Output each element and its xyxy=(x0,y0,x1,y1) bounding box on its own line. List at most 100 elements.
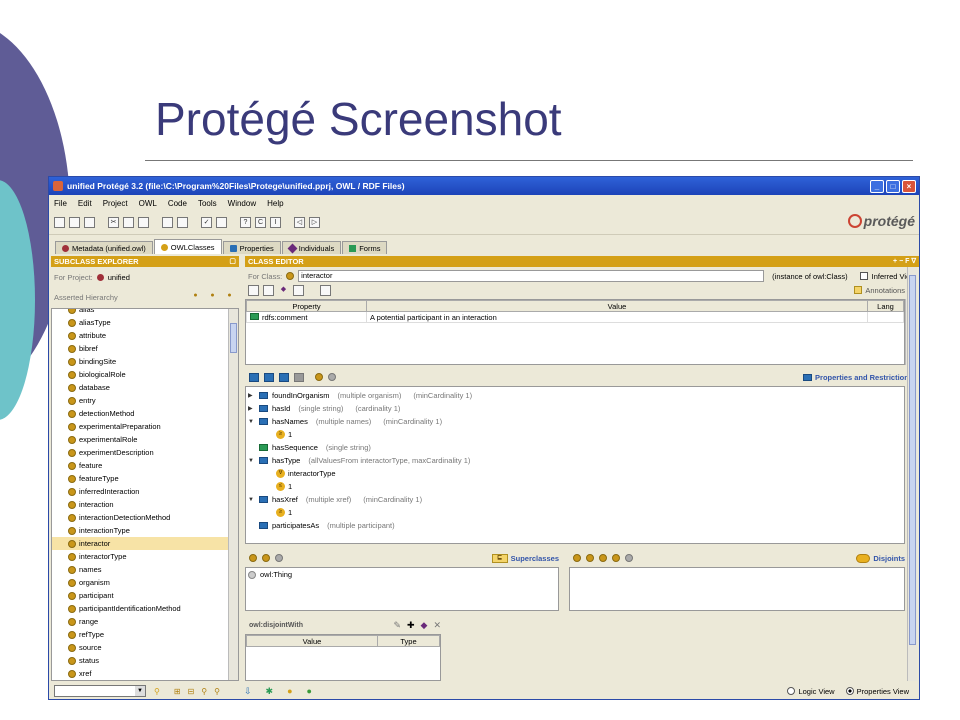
annotation-lang[interactable] xyxy=(867,311,904,323)
property-row[interactable]: ▼ hasNames (multiple names) (minCardinality… xyxy=(246,415,904,428)
restriction-row[interactable]: ≥1 xyxy=(246,506,904,519)
property-row[interactable]: ▼ hasXref (multiple xref) (minCardinality 1… xyxy=(246,493,904,506)
list-item[interactable]: inferredInteraction xyxy=(52,485,238,498)
minimize-button[interactable]: _ xyxy=(870,179,884,193)
list-item[interactable]: participant xyxy=(52,589,238,602)
property-row[interactable]: ▶ hasId (single string) (cardinality 1) xyxy=(246,402,904,415)
remove-class-icon[interactable] xyxy=(328,373,336,381)
undo-icon[interactable] xyxy=(162,217,173,228)
window-icon[interactable]: ▢ xyxy=(229,256,236,267)
add-property-icon[interactable] xyxy=(249,372,259,382)
table-row[interactable]: rdfs:comment A potential participant in … xyxy=(246,311,904,323)
editor-scrollbar[interactable] xyxy=(907,267,917,681)
collapse-icon[interactable]: ▼ xyxy=(248,419,255,425)
redo-icon[interactable] xyxy=(177,217,188,228)
list-item[interactable]: alias xyxy=(52,309,238,316)
tab-individuals[interactable]: Individuals xyxy=(281,241,342,254)
list-item[interactable]: aliasType xyxy=(52,316,238,329)
remove-all-siblings-icon[interactable] xyxy=(612,554,620,562)
expand-icon[interactable]: ▶ xyxy=(248,405,255,412)
list-item[interactable]: entry xyxy=(52,394,238,407)
reasoner-status-icon[interactable]: ● xyxy=(287,686,292,697)
list-item[interactable]: xref xyxy=(52,667,238,680)
list-item[interactable]: experimentDescription xyxy=(52,446,238,459)
col-type[interactable]: Type xyxy=(377,635,440,647)
maximize-button[interactable]: □ xyxy=(886,179,900,193)
new-file-icon[interactable] xyxy=(54,217,65,228)
list-item[interactable]: feature xyxy=(52,459,238,472)
list-item[interactable]: detectionMethod xyxy=(52,407,238,420)
list-item[interactable]: participantIdentificationMethod xyxy=(52,602,238,615)
list-item[interactable]: owl:Thing xyxy=(246,568,558,581)
add-sibling-icon[interactable]: ● xyxy=(207,291,218,302)
property-row[interactable]: hasSequence (single string) xyxy=(246,441,904,454)
property-row[interactable]: ▶ foundInOrganism (multiple organism) (minC… xyxy=(246,389,904,402)
class-name-field[interactable]: interactor xyxy=(298,270,765,282)
save-icon[interactable] xyxy=(84,217,95,228)
menu-file[interactable]: File xyxy=(54,199,67,208)
find-usage-icon[interactable]: ⚲ xyxy=(214,687,220,696)
list-item[interactable]: range xyxy=(52,615,238,628)
list-item[interactable]: interactionType xyxy=(52,524,238,537)
tab-forms[interactable]: Forms xyxy=(342,241,388,254)
tab-owlclasses[interactable]: OWLClasses xyxy=(153,239,222,254)
hierarchy-scrollbar[interactable] xyxy=(228,309,238,680)
add-named-superclass-icon[interactable] xyxy=(249,554,257,562)
list-item[interactable]: refType xyxy=(52,628,238,641)
cut-icon[interactable]: ✂ xyxy=(108,217,119,228)
chevron-down-icon[interactable]: ▼ xyxy=(135,686,145,696)
logic-view-radio[interactable] xyxy=(787,687,796,695)
delete-class-icon[interactable]: ● xyxy=(224,291,235,302)
col-value[interactable]: Value xyxy=(366,300,868,312)
binoculars-icon[interactable]: ⚲ xyxy=(154,687,160,696)
restriction-row[interactable]: ∀ interactorType xyxy=(246,467,904,480)
list-item[interactable]: featureType xyxy=(52,472,238,485)
classify-icon[interactable]: C xyxy=(255,217,266,228)
editor-controls-icon[interactable]: + − F ∇ xyxy=(893,256,916,267)
edit-annotation-icon[interactable] xyxy=(263,284,274,296)
add-restriction-icon[interactable] xyxy=(264,372,274,382)
close-button[interactable]: × xyxy=(902,179,916,193)
menu-edit[interactable]: Edit xyxy=(78,199,92,208)
remove-disjoint-value-icon[interactable]: ✕ xyxy=(433,620,441,631)
list-item[interactable]: experimentalRole xyxy=(52,433,238,446)
remove-superclass-icon[interactable] xyxy=(275,554,283,562)
list-item[interactable]: database xyxy=(52,381,238,394)
menu-project[interactable]: Project xyxy=(103,199,128,208)
collapse-icon[interactable]: ▼ xyxy=(248,458,255,464)
list-item[interactable]: status xyxy=(52,654,238,667)
edit-disjoint-icon[interactable]: ✎ xyxy=(393,620,401,631)
find-class-icon[interactable]: ⚲ xyxy=(201,687,207,696)
annotation-value[interactable]: A potential participant in an interactio… xyxy=(366,311,868,323)
add-individual-icon[interactable]: ◆ xyxy=(278,285,289,296)
property-row[interactable]: ▼ hasType (allValuesFrom interactorType, m… xyxy=(246,454,904,467)
restriction-row[interactable]: ≤1 xyxy=(246,480,904,493)
list-item[interactable]: interaction xyxy=(52,498,238,511)
create-property-icon[interactable] xyxy=(279,372,289,382)
menu-help[interactable]: Help xyxy=(267,199,283,208)
list-item[interactable]: interactionDetectionMethod xyxy=(52,511,238,524)
property-row[interactable]: participatesAs (multiple participant) xyxy=(246,519,904,532)
open-folder-icon[interactable] xyxy=(69,217,80,228)
add-annotation-icon[interactable] xyxy=(248,284,259,296)
remove-property-icon[interactable] xyxy=(294,372,304,382)
menu-owl[interactable]: OWL xyxy=(139,199,157,208)
list-item[interactable]: names xyxy=(52,563,238,576)
col-lang[interactable]: Lang xyxy=(867,300,904,312)
col-value[interactable]: Value xyxy=(246,635,378,647)
paste-icon[interactable] xyxy=(138,217,149,228)
menu-code[interactable]: Code xyxy=(168,199,187,208)
add-superclass-icon[interactable] xyxy=(315,373,323,381)
infer-icon[interactable]: I xyxy=(270,217,281,228)
search-combobox[interactable]: ▼ xyxy=(54,685,146,697)
collapse-icon[interactable]: ▼ xyxy=(248,497,255,503)
export-icon[interactable]: ⇩ xyxy=(244,686,252,697)
reasoner-icon[interactable] xyxy=(216,217,227,228)
col-property[interactable]: Property xyxy=(246,300,367,312)
delete-annotation-icon[interactable] xyxy=(293,284,304,296)
inferred-view-checkbox[interactable] xyxy=(859,272,868,280)
tab-properties[interactable]: Properties xyxy=(222,241,281,254)
menu-window[interactable]: Window xyxy=(228,199,256,208)
list-item[interactable]: organism xyxy=(52,576,238,589)
list-item[interactable]: experimentalPreparation xyxy=(52,420,238,433)
